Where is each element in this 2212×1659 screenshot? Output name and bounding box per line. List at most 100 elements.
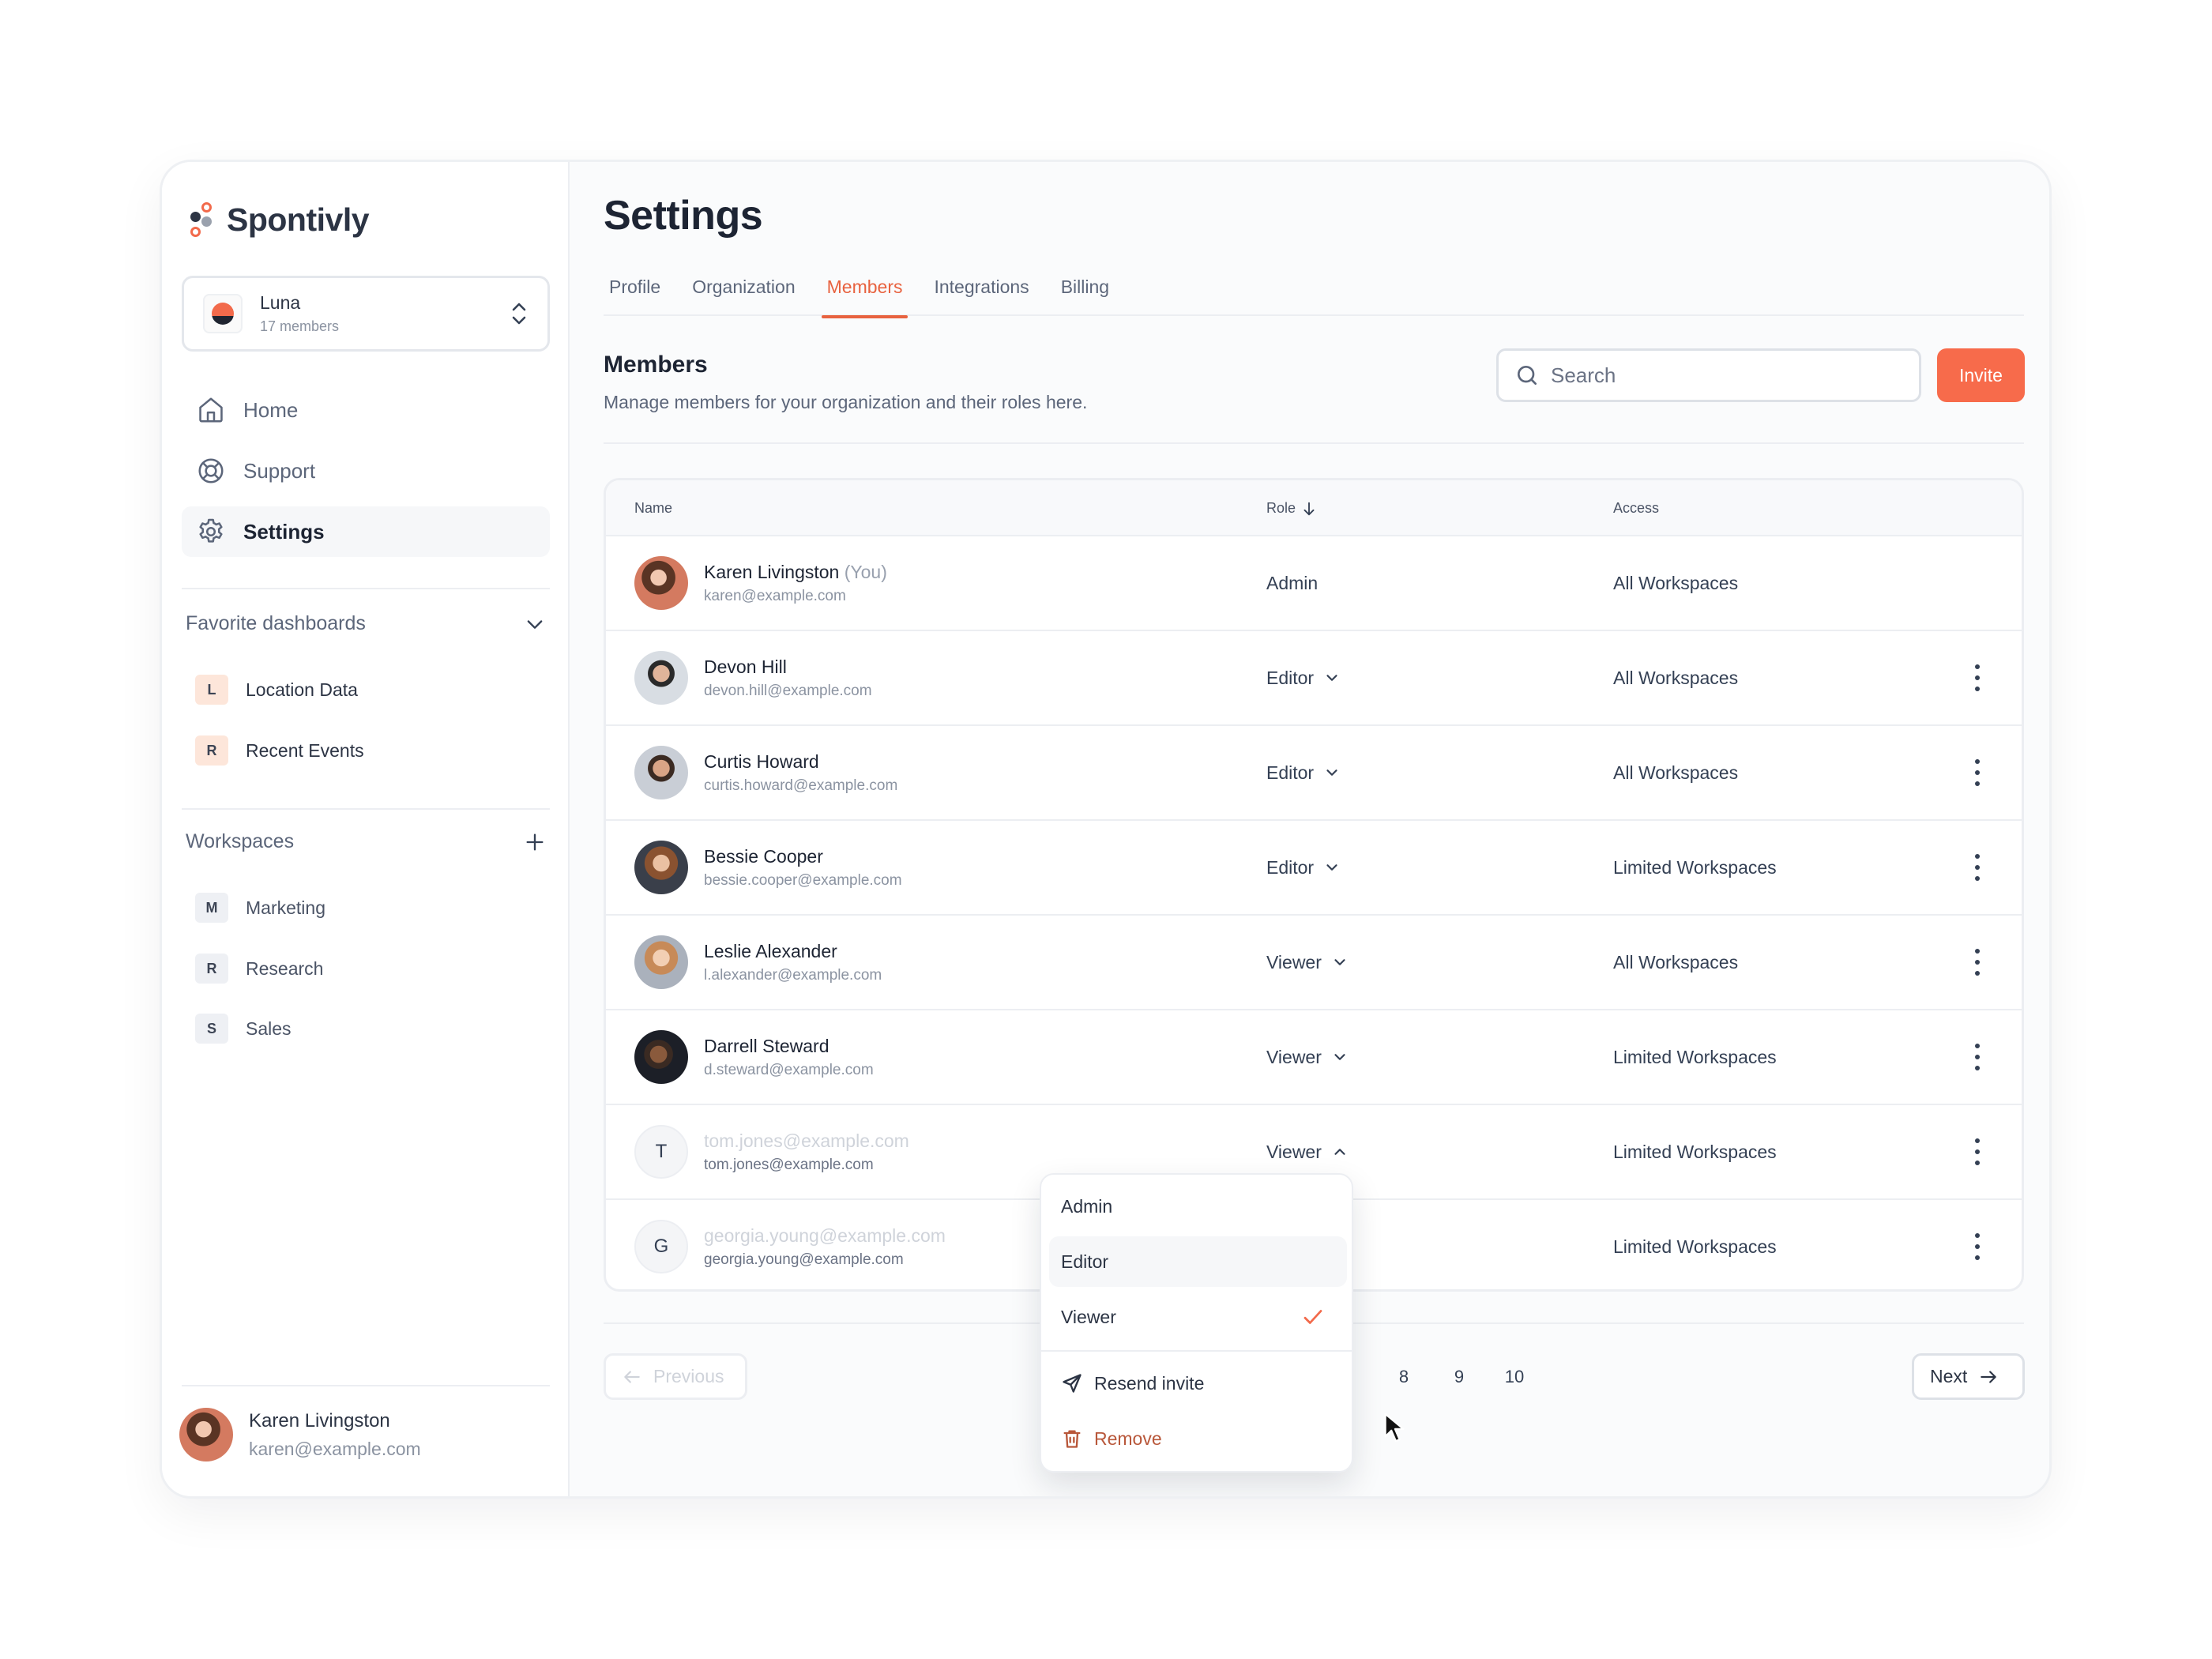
member-access: All Workspaces	[1613, 667, 1739, 688]
previous-button[interactable]: Previous	[604, 1353, 747, 1400]
chevron-down-icon[interactable]	[524, 613, 546, 635]
role-select[interactable]: Viewer	[1266, 1010, 1349, 1104]
sidebar-divider	[182, 808, 550, 810]
tab-billing[interactable]: Billing	[1055, 272, 1115, 316]
invite-button[interactable]: Invite	[1937, 348, 2025, 402]
member-email: georgia.young@example.com	[704, 1251, 904, 1268]
avatar	[634, 1030, 688, 1084]
member-access: All Workspaces	[1613, 762, 1739, 783]
page-number[interactable]: 10	[1487, 1367, 1542, 1387]
column-name[interactable]: Name	[634, 480, 672, 536]
current-user-name: Karen Livingston	[249, 1409, 390, 1431]
more-vertical-icon	[1974, 664, 1981, 691]
role-option-label: Viewer	[1061, 1306, 1116, 1327]
chevron-up-down-icon	[512, 303, 526, 325]
chevron-down-icon	[1326, 864, 1337, 871]
sort-arrow-down-icon	[1304, 502, 1315, 515]
tab-profile[interactable]: Profile	[604, 272, 666, 316]
org-switcher[interactable]: Luna 17 members	[182, 276, 550, 352]
page-number[interactable]: 8	[1376, 1367, 1431, 1387]
role-option-editor[interactable]: Editor	[1049, 1236, 1347, 1287]
search-box[interactable]	[1496, 348, 1921, 402]
role-select[interactable]: Editor	[1266, 726, 1341, 819]
table-row: Devon Hill devon.hill@example.com Editor…	[606, 631, 2022, 726]
member-role: Viewer	[1266, 1141, 1322, 1162]
role-select[interactable]: Editor	[1266, 631, 1341, 724]
row-actions-button[interactable]	[1962, 1010, 1993, 1104]
trash-icon	[1063, 1430, 1081, 1448]
member-access: Limited Workspaces	[1613, 856, 1777, 878]
favorite-item[interactable]: L Location Data	[195, 672, 358, 707]
dashboard-initial-badge: R	[195, 735, 228, 766]
member-name: Darrell Steward	[704, 1035, 830, 1056]
row-actions-button[interactable]	[1962, 916, 1993, 1009]
role-option-viewer[interactable]: Viewer	[1049, 1292, 1347, 1342]
role-option-admin[interactable]: Admin	[1049, 1181, 1347, 1232]
nav-label: Support	[243, 458, 316, 483]
page-numbers: 8 9 10	[1376, 1353, 1542, 1400]
avatar	[634, 746, 688, 799]
chevron-down-icon	[1334, 1054, 1345, 1060]
workspace-item[interactable]: R Research	[195, 951, 323, 986]
favorite-label: Recent Events	[246, 739, 364, 761]
role-select[interactable]: Editor	[1266, 821, 1341, 914]
workspace-initial-badge: R	[195, 954, 228, 984]
search-input[interactable]	[1551, 363, 1898, 388]
current-user[interactable]: Karen Livingston karen@example.com	[179, 1408, 421, 1462]
send-icon	[1063, 1374, 1082, 1393]
workspace-item[interactable]: S Sales	[195, 1011, 292, 1046]
member-access: Limited Workspaces	[1613, 1236, 1777, 1257]
member-name: Karen Livingston	[704, 561, 840, 582]
member-email: devon.hill@example.com	[704, 682, 872, 699]
workspace-initial-badge: M	[195, 893, 228, 923]
next-label: Next	[1930, 1366, 1968, 1386]
more-vertical-icon	[1974, 949, 1981, 976]
workspace-label: Research	[246, 957, 324, 979]
row-actions-button[interactable]	[1962, 821, 1993, 914]
plus-icon[interactable]	[524, 831, 546, 853]
initial-avatar: G	[634, 1220, 688, 1273]
avatar	[634, 651, 688, 705]
chevron-down-icon	[1334, 959, 1345, 965]
menu-divider	[1041, 1350, 1352, 1352]
tab-integrations[interactable]: Integrations	[928, 272, 1034, 316]
sidebar-item-settings[interactable]: Settings	[182, 506, 550, 557]
resend-invite-item[interactable]: Resend invite	[1049, 1358, 1347, 1409]
check-icon	[1304, 1310, 1322, 1324]
workspaces-header: Workspaces	[186, 830, 546, 853]
row-actions-button[interactable]	[1962, 726, 1993, 819]
tab-members[interactable]: Members	[821, 272, 908, 318]
row-actions-button[interactable]	[1962, 1105, 1993, 1198]
avatar	[634, 935, 688, 989]
remove-item[interactable]: Remove	[1049, 1413, 1347, 1464]
workspace-label: Sales	[246, 1018, 292, 1039]
favorite-item[interactable]: R Recent Events	[195, 733, 364, 768]
brand-logo[interactable]: Spontivly	[190, 201, 370, 239]
page-title: Settings	[604, 193, 763, 239]
section-description: Manage members for your organization and…	[604, 392, 1088, 412]
favorites-header[interactable]: Favorite dashboards	[186, 612, 546, 635]
mouse-cursor-icon	[1384, 1413, 1405, 1443]
sidebar-item-home[interactable]: Home	[182, 385, 550, 435]
workspace-item[interactable]: M Marketing	[195, 890, 325, 925]
member-access: All Workspaces	[1613, 572, 1739, 593]
column-role[interactable]: Role	[1266, 480, 1318, 536]
gear-icon	[199, 518, 223, 543]
role-select[interactable]: Viewer	[1266, 916, 1349, 1009]
page-number[interactable]: 9	[1431, 1367, 1487, 1387]
section-title: Members	[604, 352, 708, 378]
next-button[interactable]: Next	[1912, 1353, 2025, 1400]
remove-label: Remove	[1094, 1428, 1162, 1449]
arrow-right-icon	[1981, 1370, 1997, 1383]
favorite-label: Location Data	[246, 679, 358, 700]
row-actions-button[interactable]	[1962, 1200, 1993, 1289]
table-row: Leslie Alexander l.alexander@example.com…	[606, 916, 2022, 1010]
tab-organization[interactable]: Organization	[687, 272, 800, 316]
more-vertical-icon	[1974, 1138, 1981, 1165]
row-actions-button[interactable]	[1962, 631, 1993, 724]
more-vertical-icon	[1974, 854, 1981, 881]
arrow-left-icon	[624, 1370, 640, 1383]
member-name: tom.jones@example.com	[704, 1130, 909, 1151]
sidebar-item-support[interactable]: Support	[182, 446, 550, 496]
member-role: Viewer	[1266, 1046, 1322, 1067]
